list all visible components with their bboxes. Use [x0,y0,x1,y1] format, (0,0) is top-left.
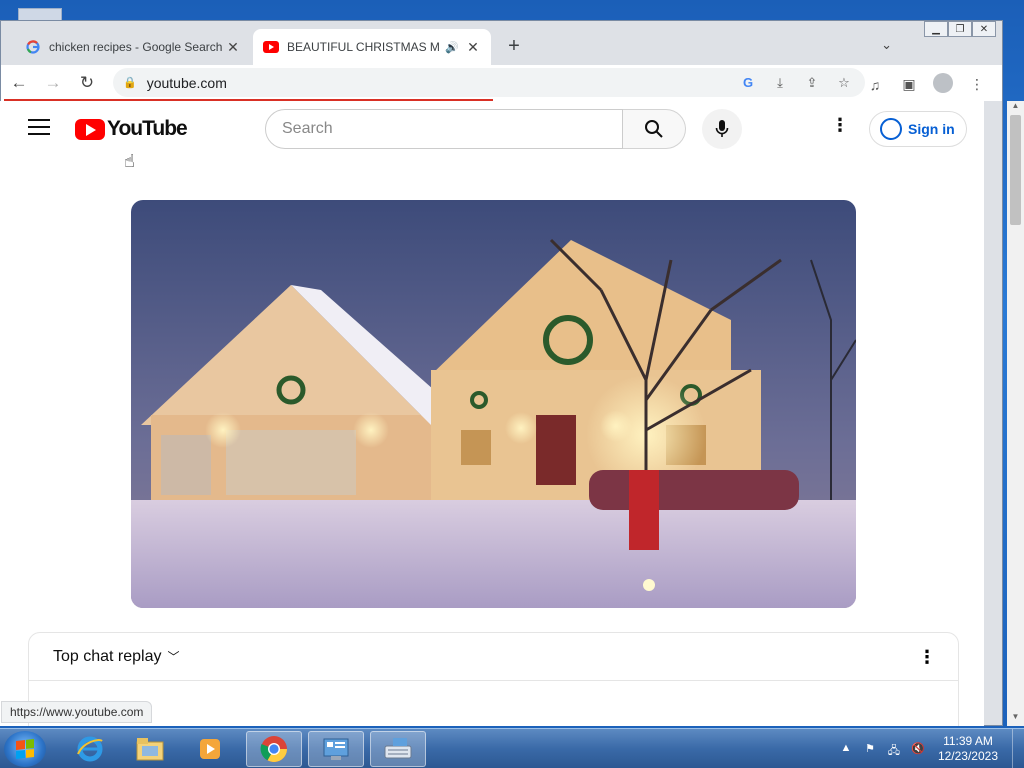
google-lens-icon[interactable]: G [737,75,759,90]
clock-time: 11:39 AM [943,734,993,748]
bookmark-star-icon[interactable]: ☆ [833,75,855,91]
chat-menu-kebab-icon[interactable]: ⋮ [918,647,936,668]
scroll-up-arrow-icon[interactable]: ▲ [1007,101,1024,115]
windows-taskbar: ▲ ⚑ 🖧 🔇 11:39 AM 12/23/2023 [0,728,1024,768]
start-button[interactable] [4,731,46,767]
account-circle-icon [880,118,902,140]
tab-google-search[interactable]: chicken recipes - Google Search ✕ [15,29,251,65]
tab-strip: chicken recipes - Google Search ✕ BEAUTI… [1,21,1002,65]
volume-muted-icon[interactable]: 🔇 [910,742,926,756]
close-icon[interactable]: ✕ [465,39,481,56]
minimize-button[interactable]: ▁ [924,21,948,37]
browser-toolbar: ← → ↻ 🔒 youtube.com G ⤓ ⇪ ☆ ♫ ▣ ⋮ [1,65,1002,101]
sign-in-button[interactable]: Sign in [869,111,967,147]
reload-button[interactable]: ↻ [71,67,103,99]
youtube-page: YouTube Search ⋮ Sign in ☝ Top chat repl… [0,101,984,726]
chrome-menu-icon[interactable]: ⋮ [966,76,988,93]
menu-icon[interactable] [28,119,50,135]
status-bar-url: https://www.youtube.com [1,701,153,723]
live-chat-panel: Top chat replay ﹀ ⋮ [28,632,959,726]
search-icon [645,120,663,138]
show-desktop-button[interactable] [1012,729,1024,768]
tab-search-button[interactable]: ⌄ [881,37,892,53]
settings-kebab-icon[interactable]: ⋮ [830,115,850,136]
share-icon[interactable]: ⇪ [801,75,823,91]
media-control-icon[interactable]: ♫ [864,77,886,93]
on-screen-keyboard-icon[interactable] [370,731,426,767]
clock[interactable]: 11:39 AM 12/23/2023 [938,734,998,764]
youtube-play-icon [75,118,105,140]
media-player-icon[interactable] [182,731,238,767]
sign-in-label: Sign in [908,121,955,137]
youtube-wordmark: YouTube [107,117,188,140]
chat-header[interactable]: Top chat replay ﹀ [29,633,958,681]
youtube-icon [263,39,279,55]
internet-explorer-icon[interactable] [62,731,118,767]
url-text[interactable]: youtube.com [147,75,737,91]
close-icon[interactable]: ✕ [225,39,241,56]
window-controls: ▁ ❐ ✕ [924,21,996,37]
page-scrollbar[interactable]: ▲ ▼ [1007,101,1024,726]
side-panel-icon[interactable]: ▣ [898,76,920,93]
video-player[interactable] [131,200,856,608]
clock-date: 12/23/2023 [937,749,998,763]
chevron-down-icon[interactable]: ﹀ [168,648,180,665]
install-icon[interactable]: ⤓ [769,75,791,91]
show-hidden-icons-icon[interactable]: ▲ [838,742,854,756]
tab-title: chicken recipes - Google Search [49,40,223,54]
search-input[interactable]: Search [265,109,623,149]
network-icon[interactable]: 🖧 [886,742,902,757]
control-panel-icon[interactable] [308,731,364,767]
tab-youtube[interactable]: BEAUTIFUL CHRISTMAS MUS 🔊 ✕ [253,29,491,65]
search-bar: Search [265,109,686,149]
scroll-thumb[interactable] [1010,115,1021,225]
video-frame-house [131,200,856,608]
new-tab-button[interactable]: + [503,35,525,58]
action-center-flag-icon[interactable]: ⚑ [862,742,878,756]
restore-button[interactable]: ❐ [948,21,972,37]
voice-search-button[interactable] [702,109,742,149]
search-button[interactable] [623,109,686,149]
system-tray: ▲ ⚑ 🖧 🔇 11:39 AM 12/23/2023 [834,729,1024,768]
address-bar[interactable]: 🔒 youtube.com G ⤓ ⇪ ☆ [113,68,865,97]
profile-icon[interactable] [932,73,954,96]
speaker-icon[interactable]: 🔊 [445,41,459,54]
youtube-header: YouTube Search ⋮ Sign in [0,101,984,157]
file-explorer-icon[interactable] [122,731,178,767]
microphone-icon [715,120,729,137]
google-g-icon [25,39,41,55]
chrome-icon[interactable] [246,731,302,767]
tab-title: BEAUTIFUL CHRISTMAS MUS [287,40,440,54]
forward-button[interactable]: → [37,67,69,99]
youtube-logo[interactable]: YouTube [75,117,188,141]
chat-title: Top chat replay [53,647,162,665]
scroll-down-arrow-icon[interactable]: ▼ [1007,712,1024,726]
lock-icon[interactable]: 🔒 [123,76,137,89]
windows-flag-icon [16,739,34,759]
mouse-cursor-icon: ☝ [124,151,135,171]
back-button[interactable]: ← [3,67,35,99]
close-window-button[interactable]: ✕ [972,21,996,37]
